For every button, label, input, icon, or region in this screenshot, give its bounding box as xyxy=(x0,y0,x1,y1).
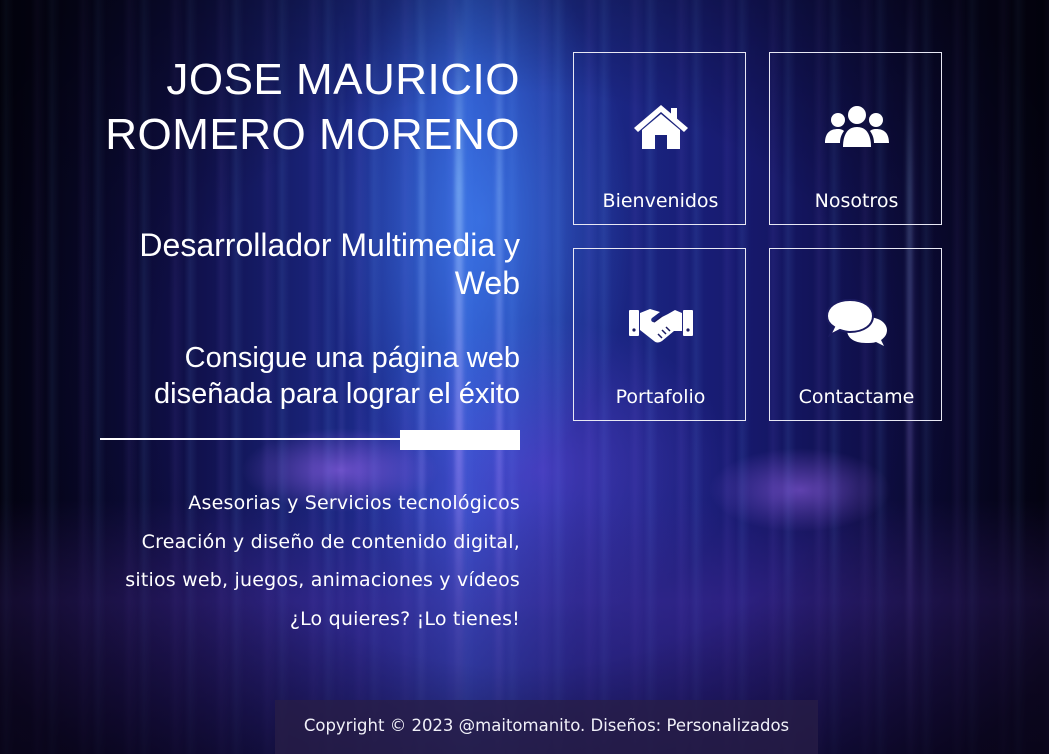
nav-tile-nosotros[interactable]: Nosotros xyxy=(769,52,942,225)
name-line-1: JOSE MAURICIO xyxy=(166,55,520,104)
footer: Copyright © 2023 @maitomanito. Diseños: … xyxy=(275,700,818,754)
handshake-icon xyxy=(574,295,747,351)
hero-text: JOSE MAURICIO ROMERO MORENO Desarrollado… xyxy=(60,52,520,412)
role-line-2: Web xyxy=(454,265,520,301)
nav-tile-label: Contactame xyxy=(798,386,915,408)
divider xyxy=(100,430,520,450)
nav-tile-label: Bienvenidos xyxy=(602,190,719,212)
users-icon xyxy=(770,99,943,155)
nav-tile-bienvenidos[interactable]: Bienvenidos xyxy=(573,52,746,225)
service-item: ¿Lo quieres? ¡Lo tienes! xyxy=(289,607,520,630)
nav-tile-label: Nosotros xyxy=(814,190,899,212)
tagline: Consigue una página web diseñada para lo… xyxy=(60,340,520,412)
service-item: Creación y diseño de contenido digital, xyxy=(141,530,520,553)
tagline-line-2: diseñada para lograr el éxito xyxy=(154,378,520,410)
divider-line xyxy=(100,438,400,440)
role-heading: Desarrollador Multimedia y Web xyxy=(60,226,520,302)
services-list: Asesorias y Servicios tecnológicos Creac… xyxy=(60,484,520,638)
nav-tile-contactame[interactable]: Contactame xyxy=(769,248,942,421)
nav-tile-portafolio[interactable]: Portafolio xyxy=(573,248,746,421)
tagline-line-1: Consigue una página web xyxy=(184,342,520,374)
service-item: sitios web, juegos, animaciones y vídeos xyxy=(125,569,520,591)
role-line-1: Desarrollador Multimedia y xyxy=(139,227,520,263)
nav-tile-label: Portafolio xyxy=(615,386,706,408)
service-item: Asesorias y Servicios tecnológicos xyxy=(188,492,520,514)
home-icon xyxy=(574,99,747,155)
chat-bubbles-icon xyxy=(770,295,943,351)
page-title: JOSE MAURICIO ROMERO MORENO xyxy=(60,52,520,162)
copyright-text: Copyright © 2023 @maitomanito. Diseños: … xyxy=(303,716,790,735)
divider-bar xyxy=(400,430,520,450)
name-line-2: ROMERO MORENO xyxy=(105,110,520,159)
